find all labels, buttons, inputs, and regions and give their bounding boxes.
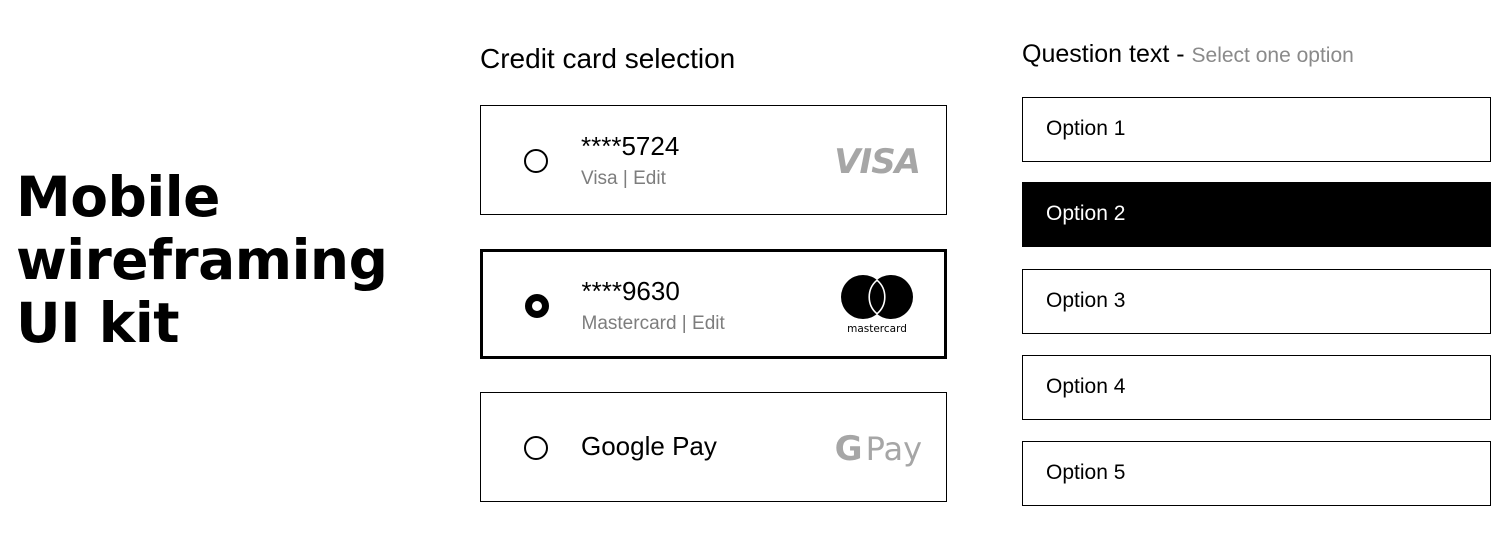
credit-card-selection-title: Credit card selection bbox=[480, 43, 736, 74]
ui-kit-page: Mobile wireframing UI kit Credit card se… bbox=[0, 0, 1500, 550]
option-2[interactable]: Option 2 bbox=[1022, 182, 1491, 247]
radio-button[interactable] bbox=[524, 436, 548, 460]
option-label: Option 3 bbox=[1046, 289, 1126, 312]
option-label: Option 1 bbox=[1046, 117, 1126, 140]
card-subtitle-edit[interactable]: Mastercard | Edit bbox=[582, 313, 725, 335]
hero-title: Mobile wireframing UI kit bbox=[16, 166, 436, 355]
radio-button-selected[interactable] bbox=[524, 293, 549, 318]
google-pay-logo-icon: G Pay bbox=[835, 429, 922, 469]
pay-wordmark: Pay bbox=[865, 430, 922, 468]
option-label: Option 2 bbox=[1046, 202, 1126, 225]
mastercard-logo-icon: mastercard bbox=[841, 275, 913, 335]
mastercard-wordmark: mastercard bbox=[847, 323, 907, 335]
hero-title-line: UI kit bbox=[16, 291, 180, 355]
option-label: Option 5 bbox=[1046, 461, 1126, 484]
card-number: ****5724 bbox=[581, 131, 680, 161]
question-title: Question text - Select one option bbox=[1022, 38, 1354, 72]
card-option-visa[interactable]: ****5724 Visa | Edit VISA bbox=[480, 105, 947, 215]
radio-button[interactable] bbox=[524, 149, 548, 173]
option-5[interactable]: Option 5 bbox=[1022, 441, 1491, 506]
card-subtitle-edit[interactable]: Visa | Edit bbox=[581, 168, 666, 190]
option-3[interactable]: Option 3 bbox=[1022, 269, 1491, 334]
card-number: ****9630 bbox=[581, 275, 680, 306]
card-option-mastercard[interactable]: ****9630 Mastercard | Edit mastercard bbox=[480, 249, 947, 359]
option-1[interactable]: Option 1 bbox=[1022, 97, 1491, 162]
option-4[interactable]: Option 4 bbox=[1022, 355, 1491, 420]
payment-method-name: Google Pay bbox=[581, 431, 717, 461]
question-hint: Select one option bbox=[1191, 44, 1354, 67]
hero-title-line: wireframing bbox=[16, 228, 388, 292]
card-option-google-pay[interactable]: Google Pay G Pay bbox=[480, 392, 947, 502]
visa-logo-icon: VISA bbox=[834, 142, 921, 182]
google-g-icon: G bbox=[834, 429, 863, 469]
question-text: Question text - bbox=[1022, 40, 1192, 68]
hero-title-line: Mobile bbox=[16, 165, 220, 229]
option-label: Option 4 bbox=[1046, 375, 1126, 398]
